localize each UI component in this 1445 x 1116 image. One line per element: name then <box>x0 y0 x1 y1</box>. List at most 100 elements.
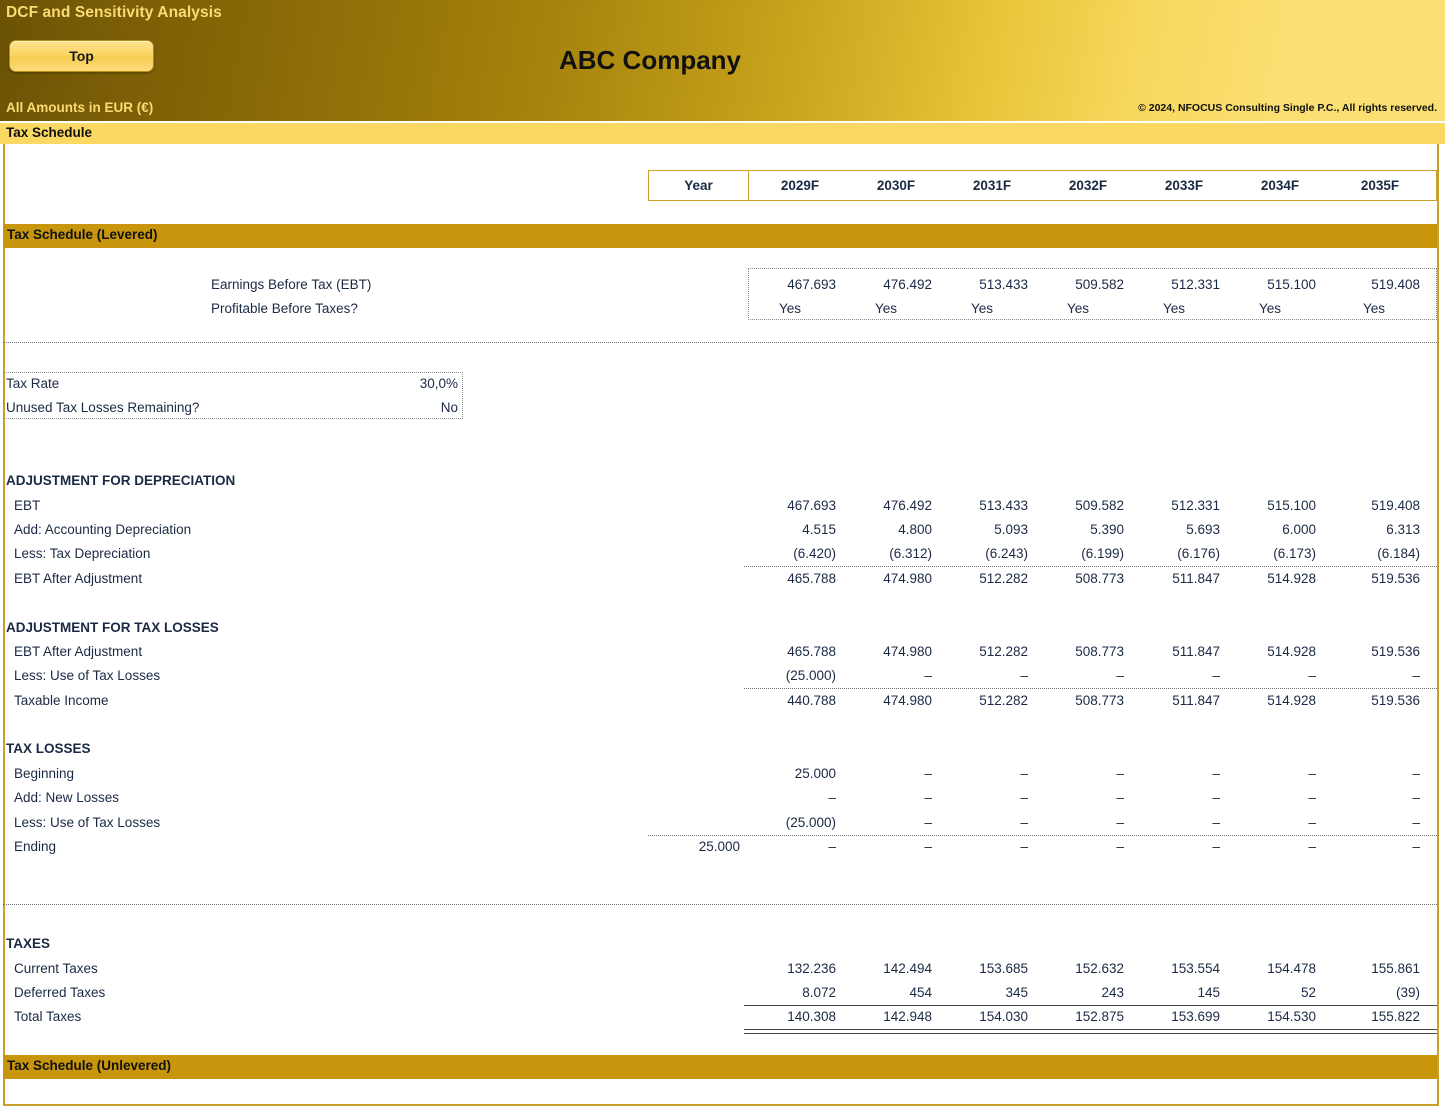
section-band-unlevered: Tax Schedule (Unlevered) <box>3 1055 1437 1079</box>
dep-3-2030: 474.980 <box>883 571 932 586</box>
tla-0-2029: 465.788 <box>787 644 836 659</box>
dep-1-2030: 4.800 <box>898 522 932 537</box>
tax-2-2034: 154.530 <box>1267 1009 1316 1024</box>
summary-separator <box>3 342 1437 343</box>
tl-3-2029: – <box>828 839 836 854</box>
tl-1-2033: – <box>1212 790 1220 805</box>
currency-note: All Amounts in EUR (€) <box>6 100 154 115</box>
tl-3-2033: – <box>1212 839 1220 854</box>
tl-row-label-1: Add: New Losses <box>14 790 120 805</box>
tax-1-2033: 145 <box>1197 985 1220 1000</box>
total-taxes-bottom-rule <box>744 1029 1437 1034</box>
tl-0-2031: – <box>1020 766 1028 781</box>
tl-2-2029: (25.000) <box>785 815 836 830</box>
tla-2-2032: 508.773 <box>1075 693 1124 708</box>
spreadsheet-canvas: DCF and Sensitivity Analysis Top ABC Com… <box>0 0 1445 1116</box>
tl-0-2032: – <box>1116 766 1124 781</box>
profitable-value-2030: Yes <box>874 301 898 316</box>
ebt-value-2030: 476.492 <box>883 277 932 292</box>
tax-row-label-2: Total Taxes <box>14 1009 82 1024</box>
tl-1-2032: – <box>1116 790 1124 805</box>
year-column-2030: 2030F <box>876 178 916 193</box>
tax-2-2029: 140.308 <box>787 1009 836 1024</box>
tl-0-2030: – <box>924 766 932 781</box>
total-taxes-top-rule <box>744 1005 1437 1006</box>
tla-row-label-1: Less: Use of Tax Losses <box>14 668 161 683</box>
dep-2-2029: (6.420) <box>793 546 836 561</box>
dep-2-2030: (6.312) <box>889 546 932 561</box>
dep-0-2034: 515.100 <box>1267 498 1316 513</box>
dep-2-2033: (6.176) <box>1177 546 1220 561</box>
dep-row-label-1: Add: Accounting Depreciation <box>14 522 192 537</box>
tax-2-2031: 154.030 <box>979 1009 1028 1024</box>
profitable-value-2032: Yes <box>1066 301 1090 316</box>
company-name: ABC Company <box>558 45 741 75</box>
tl-1-2029: – <box>828 790 836 805</box>
profitable-value-2034: Yes <box>1258 301 1282 316</box>
profitable-value-2031: Yes <box>970 301 994 316</box>
year-column-2032: 2032F <box>1068 178 1108 193</box>
ebt-label: Earnings Before Tax (EBT) <box>211 277 372 292</box>
dep-1-2032: 5.390 <box>1090 522 1124 537</box>
tl-subtotal-rule <box>648 835 1437 836</box>
top-banner: DCF and Sensitivity Analysis Top ABC Com… <box>0 0 1445 121</box>
profitable-value-2029: Yes <box>778 301 802 316</box>
year-column-2035: 2035F <box>1360 178 1400 193</box>
dep-1-2031: 5.093 <box>994 522 1028 537</box>
copyright-notice: © 2024, NFOCUS Consulting Single P.C., A… <box>1138 102 1437 114</box>
dep-row-label-2: Less: Tax Depreciation <box>14 546 151 561</box>
dep-1-2035: 6.313 <box>1386 522 1420 537</box>
tl-3-2031: – <box>1020 839 1028 854</box>
tla-1-2029: (25.000) <box>785 668 836 683</box>
dep-0-2035: 519.408 <box>1371 498 1420 513</box>
tla-2-2031: 512.282 <box>979 693 1028 708</box>
tax-0-2030: 142.494 <box>883 961 932 976</box>
tax-0-2029: 132.236 <box>787 961 836 976</box>
tax-2-2033: 153.699 <box>1171 1009 1220 1024</box>
tla-1-2030: – <box>924 668 932 683</box>
tax-rate-value[interactable]: 30,0% <box>366 376 458 391</box>
dep-0-2033: 512.331 <box>1171 498 1220 513</box>
year-column-2033: 2033F <box>1164 178 1204 193</box>
dep-row-label-0: EBT <box>14 498 41 513</box>
tl-1-2031: – <box>1020 790 1028 805</box>
tl-0-2034: – <box>1308 766 1316 781</box>
dep-3-2032: 508.773 <box>1075 571 1124 586</box>
tax-0-2034: 154.478 <box>1267 961 1316 976</box>
tla-1-2032: – <box>1116 668 1124 683</box>
tl-1-2030: – <box>924 790 932 805</box>
dep-3-2034: 514.928 <box>1267 571 1316 586</box>
tl-2-2033: – <box>1212 815 1220 830</box>
year-header-row: Year 2029F 2030F 2031F 2032F 2033F 2034F… <box>648 170 1437 201</box>
tla-2-2029: 440.788 <box>787 693 836 708</box>
tl-0-2029: 25.000 <box>794 766 836 781</box>
tl-3-prior: 25.000 <box>698 839 740 854</box>
ebt-value-2034: 515.100 <box>1267 277 1316 292</box>
unused-tax-losses-value: No <box>440 400 458 415</box>
heading-tax-losses: TAX LOSSES <box>6 741 91 756</box>
dep-subtotal-rule <box>744 566 1437 567</box>
dep-3-2029: 465.788 <box>787 571 836 586</box>
app-title: DCF and Sensitivity Analysis <box>6 4 222 21</box>
tla-2-2035: 519.536 <box>1371 693 1420 708</box>
year-column-2029: 2029F <box>780 178 820 193</box>
ebt-value-2033: 512.331 <box>1171 277 1220 292</box>
taxes-separator <box>3 904 1437 905</box>
dep-0-2031: 513.433 <box>979 498 1028 513</box>
tax-0-2032: 152.632 <box>1075 961 1124 976</box>
tl-3-2034: – <box>1308 839 1316 854</box>
dep-0-2029: 467.693 <box>787 498 836 513</box>
tax-0-2031: 153.685 <box>979 961 1028 976</box>
dep-0-2030: 476.492 <box>883 498 932 513</box>
section-band-unlevered-label: Tax Schedule (Unlevered) <box>7 1058 172 1073</box>
tl-2-2035: – <box>1412 815 1420 830</box>
tax-2-2030: 142.948 <box>883 1009 932 1024</box>
tla-0-2031: 512.282 <box>979 644 1028 659</box>
frame-bottom-border <box>3 1104 1439 1106</box>
tl-row-label-2: Less: Use of Tax Losses <box>14 815 161 830</box>
tla-0-2030: 474.980 <box>883 644 932 659</box>
heading-adjustment-depreciation: ADJUSTMENT FOR DEPRECIATION <box>6 473 236 488</box>
frame-left-border <box>3 144 5 1104</box>
tl-row-label-3: Ending <box>14 839 57 854</box>
profitable-value-2033: Yes <box>1162 301 1186 316</box>
